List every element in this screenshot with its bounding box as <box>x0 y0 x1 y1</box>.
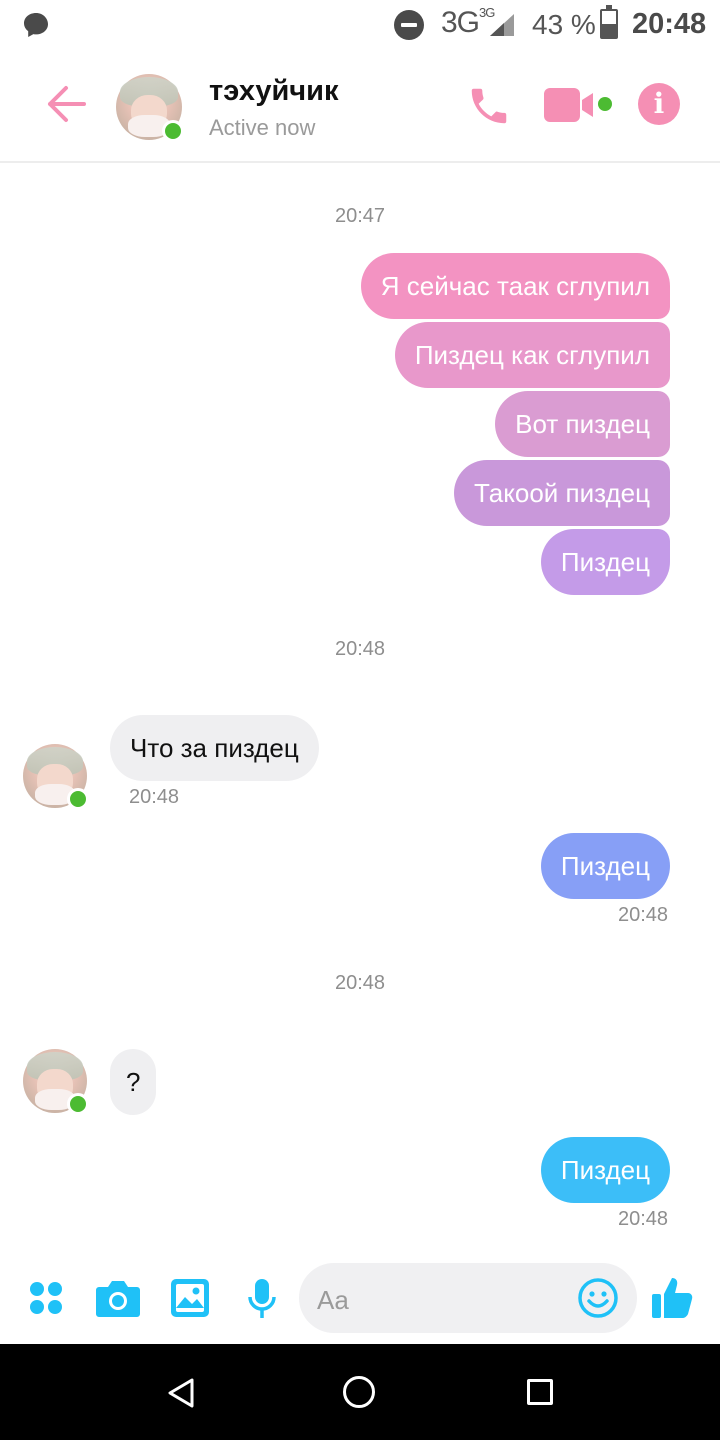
message-time: 20:48 <box>129 786 180 808</box>
info-icon[interactable]: i <box>638 83 680 125</box>
thumbs-up-icon[interactable] <box>650 1274 696 1320</box>
outgoing-message[interactable]: Такоой пиздец <box>454 460 670 526</box>
nav-recents-icon[interactable] <box>527 1379 553 1405</box>
message-composer: Aa <box>0 1256 720 1344</box>
do-not-disturb-icon <box>394 10 424 40</box>
message-input-placeholder: Aa <box>317 1285 349 1315</box>
apps-icon[interactable] <box>29 1281 63 1315</box>
nav-home-icon[interactable] <box>343 1376 375 1408</box>
incoming-message[interactable]: Что за пиздец <box>110 715 319 781</box>
message-time: 20:48 <box>618 1208 669 1230</box>
message-time: 20:48 <box>618 904 669 926</box>
contact-avatar[interactable] <box>23 1049 89 1115</box>
status-bar: 3G3G 43 % 20:48 <box>0 0 720 50</box>
contact-avatar[interactable] <box>23 744 89 810</box>
contact-name[interactable]: тэхуйчик <box>209 75 338 108</box>
outgoing-message[interactable]: Пиздец как сглупил <box>394 322 670 388</box>
video-camera-icon[interactable] <box>543 86 613 124</box>
signal-icon <box>490 14 514 36</box>
timestamp-divider: 20:47 <box>334 205 386 227</box>
status-time: 20:48 <box>632 8 707 40</box>
contact-avatar[interactable] <box>116 74 184 142</box>
camera-icon[interactable] <box>95 1277 141 1319</box>
online-indicator <box>162 120 184 142</box>
back-arrow-icon[interactable] <box>44 84 88 124</box>
timestamp-divider: 20:48 <box>334 972 386 994</box>
online-indicator <box>67 788 89 810</box>
outgoing-message[interactable]: Я сейчас таак сглупил <box>360 253 670 319</box>
contact-status: Active now <box>209 115 316 140</box>
online-indicator <box>67 1093 89 1115</box>
outgoing-message[interactable]: Пиздец <box>540 833 670 899</box>
gallery-icon[interactable] <box>170 1278 210 1318</box>
timestamp-divider: 20:48 <box>334 638 386 660</box>
microphone-icon[interactable] <box>247 1278 277 1320</box>
outgoing-message[interactable]: Пиздец <box>540 529 670 595</box>
network-type: 3G3G <box>441 5 495 39</box>
outgoing-message[interactable]: Вот пиздец <box>495 391 670 457</box>
phone-icon[interactable] <box>466 83 512 129</box>
battery-charging-icon <box>600 5 618 39</box>
outgoing-message[interactable]: Пиздец <box>540 1137 670 1203</box>
nav-back-icon[interactable] <box>166 1377 196 1409</box>
incoming-message[interactable]: ? <box>110 1049 157 1115</box>
system-navigation-bar <box>0 1344 720 1440</box>
battery-percent: 43 % <box>532 9 596 40</box>
message-input[interactable]: Aa <box>299 1263 637 1333</box>
emoji-icon[interactable] <box>577 1277 619 1319</box>
messenger-bubble-icon <box>24 13 48 37</box>
chat-header: тэхуйчик Active now i <box>0 50 720 163</box>
